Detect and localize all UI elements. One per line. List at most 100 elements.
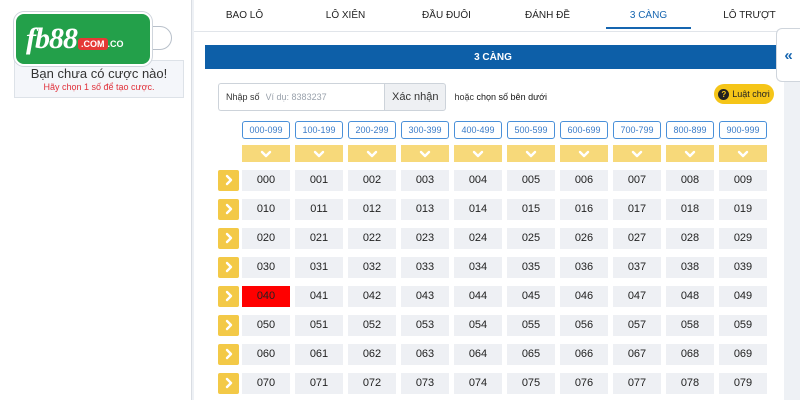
tab-lo-truot[interactable]: LÔ TRƯỢT <box>699 0 800 31</box>
number-cell[interactable]: 005 <box>507 169 555 191</box>
number-cell[interactable]: 013 <box>401 198 449 220</box>
number-cell[interactable]: 037 <box>613 256 661 278</box>
row-select-button[interactable] <box>218 314 239 336</box>
tab-bao-lo[interactable]: BAO LÔ <box>194 0 295 31</box>
number-cell[interactable]: 024 <box>454 227 502 249</box>
number-cell[interactable]: 017 <box>613 198 661 220</box>
number-cell[interactable]: 022 <box>348 227 396 249</box>
number-cell[interactable]: 009 <box>719 169 767 191</box>
number-cell[interactable]: 077 <box>613 372 661 394</box>
range-chip[interactable]: 300-399 <box>401 121 449 139</box>
number-cell[interactable]: 019 <box>719 198 767 220</box>
number-cell[interactable]: 065 <box>507 343 555 365</box>
number-cell[interactable]: 038 <box>666 256 714 278</box>
column-select-button[interactable] <box>560 145 608 162</box>
number-cell[interactable]: 064 <box>454 343 502 365</box>
number-cell[interactable]: 072 <box>348 372 396 394</box>
number-cell[interactable]: 004 <box>454 169 502 191</box>
number-cell[interactable]: 042 <box>348 285 396 307</box>
column-select-button[interactable] <box>666 145 714 162</box>
number-cell[interactable]: 015 <box>507 198 555 220</box>
column-select-button[interactable] <box>454 145 502 162</box>
number-cell[interactable]: 010 <box>242 198 290 220</box>
number-cell[interactable]: 058 <box>666 314 714 336</box>
collapse-panel-button[interactable]: « <box>776 28 800 82</box>
range-chip[interactable]: 800-899 <box>666 121 714 139</box>
number-cell[interactable]: 036 <box>560 256 608 278</box>
number-cell[interactable]: 044 <box>454 285 502 307</box>
fb88-logo[interactable]: fb88 .COM .CO <box>14 12 152 66</box>
number-cell[interactable]: 011 <box>295 198 343 220</box>
number-cell[interactable]: 078 <box>666 372 714 394</box>
range-chip[interactable]: 600-699 <box>560 121 608 139</box>
number-cell[interactable]: 008 <box>666 169 714 191</box>
number-cell[interactable]: 074 <box>454 372 502 394</box>
number-cell[interactable]: 000 <box>242 169 290 191</box>
number-cell[interactable]: 001 <box>295 169 343 191</box>
number-cell[interactable]: 014 <box>454 198 502 220</box>
number-cell[interactable]: 075 <box>507 372 555 394</box>
number-cell[interactable]: 059 <box>719 314 767 336</box>
rules-button[interactable]: ? Luật chơi <box>714 84 774 104</box>
number-cell[interactable]: 021 <box>295 227 343 249</box>
number-cell[interactable]: 033 <box>401 256 449 278</box>
range-chip[interactable]: 700-799 <box>613 121 661 139</box>
column-select-button[interactable] <box>613 145 661 162</box>
number-cell[interactable]: 046 <box>560 285 608 307</box>
number-cell[interactable]: 056 <box>560 314 608 336</box>
number-cell[interactable]: 020 <box>242 227 290 249</box>
number-cell[interactable]: 029 <box>719 227 767 249</box>
range-chip[interactable]: 100-199 <box>295 121 343 139</box>
number-cell[interactable]: 035 <box>507 256 555 278</box>
number-input[interactable] <box>265 92 376 102</box>
number-cell[interactable]: 028 <box>666 227 714 249</box>
number-cell[interactable]: 066 <box>560 343 608 365</box>
number-cell[interactable]: 079 <box>719 372 767 394</box>
number-cell[interactable]: 031 <box>295 256 343 278</box>
number-cell[interactable]: 006 <box>560 169 608 191</box>
number-cell[interactable]: 062 <box>348 343 396 365</box>
tab-lo-xien[interactable]: LÔ XIÊN <box>295 0 396 31</box>
number-cell[interactable]: 050 <box>242 314 290 336</box>
number-cell[interactable]: 041 <box>295 285 343 307</box>
column-select-button[interactable] <box>401 145 449 162</box>
number-cell[interactable]: 003 <box>401 169 449 191</box>
number-cell[interactable]: 057 <box>613 314 661 336</box>
range-chip[interactable]: 400-499 <box>454 121 502 139</box>
confirm-button[interactable]: Xác nhận <box>384 83 447 111</box>
number-cell[interactable]: 055 <box>507 314 555 336</box>
column-select-button[interactable] <box>295 145 343 162</box>
row-select-button[interactable] <box>218 198 239 220</box>
column-select-button[interactable] <box>719 145 767 162</box>
row-select-button[interactable] <box>218 285 239 307</box>
number-cell[interactable]: 018 <box>666 198 714 220</box>
number-cell[interactable]: 039 <box>719 256 767 278</box>
number-cell[interactable]: 045 <box>507 285 555 307</box>
number-cell[interactable]: 002 <box>348 169 396 191</box>
number-cell[interactable]: 053 <box>401 314 449 336</box>
number-cell[interactable]: 054 <box>454 314 502 336</box>
tab-danh-de[interactable]: ĐÁNH ĐỀ <box>497 0 598 31</box>
number-cell[interactable]: 067 <box>613 343 661 365</box>
number-cell[interactable]: 076 <box>560 372 608 394</box>
number-cell[interactable]: 073 <box>401 372 449 394</box>
number-cell[interactable]: 032 <box>348 256 396 278</box>
row-select-button[interactable] <box>218 256 239 278</box>
column-select-button[interactable] <box>348 145 396 162</box>
number-cell[interactable]: 061 <box>295 343 343 365</box>
number-cell[interactable]: 063 <box>401 343 449 365</box>
number-cell[interactable]: 070 <box>242 372 290 394</box>
number-cell[interactable]: 007 <box>613 169 661 191</box>
row-select-button[interactable] <box>218 169 239 191</box>
range-chip[interactable]: 500-599 <box>507 121 555 139</box>
number-cell[interactable]: 030 <box>242 256 290 278</box>
range-chip[interactable]: 900-999 <box>719 121 767 139</box>
range-chip[interactable]: 200-299 <box>348 121 396 139</box>
number-cell[interactable]: 025 <box>507 227 555 249</box>
column-select-button[interactable] <box>507 145 555 162</box>
number-cell[interactable]: 071 <box>295 372 343 394</box>
number-cell[interactable]: 051 <box>295 314 343 336</box>
number-cell[interactable]: 034 <box>454 256 502 278</box>
column-select-button[interactable] <box>242 145 290 162</box>
tab-3-cang[interactable]: 3 CÀNG <box>598 0 699 31</box>
